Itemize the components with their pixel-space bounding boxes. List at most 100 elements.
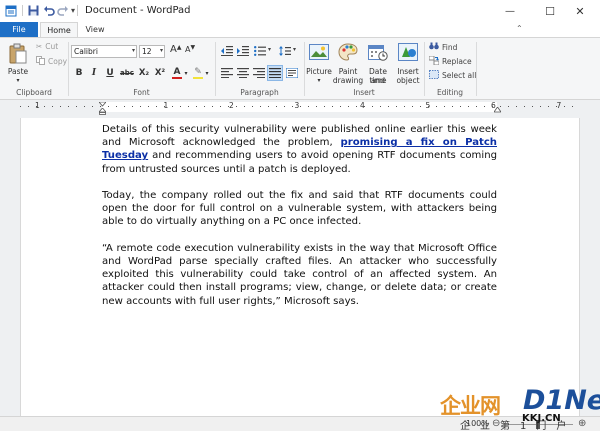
ruler[interactable]: 11234567 (20, 101, 580, 115)
text-color-button[interactable]: A (171, 67, 183, 79)
ruler-tick (444, 106, 445, 107)
ruler-tick (340, 106, 341, 107)
ruler-tick (364, 106, 365, 107)
line-spacing-icon[interactable] (278, 45, 292, 57)
decrease-indent-icon[interactable] (220, 45, 234, 57)
ruler-tick (556, 106, 557, 107)
copy-button[interactable]: Copy (36, 56, 67, 67)
undo-icon[interactable] (42, 3, 56, 18)
ruler-tick (492, 106, 493, 107)
ruler-tick (372, 106, 373, 107)
tab-view[interactable]: View (78, 22, 112, 37)
font-size-value: 12 (142, 47, 152, 56)
paste-dropdown-icon[interactable]: ▾ (4, 76, 32, 85)
font-family-select[interactable]: Calibri ▾ (71, 45, 137, 58)
align-left-icon[interactable] (220, 66, 234, 80)
text-color-dropdown-icon[interactable]: ▾ (183, 67, 189, 79)
picture-dropdown-icon[interactable]: ▾ (305, 76, 333, 85)
save-icon[interactable] (26, 3, 40, 18)
collapse-ribbon-icon[interactable]: ⌃ (516, 24, 523, 33)
italic-button[interactable]: I (89, 67, 99, 79)
strikethrough-button[interactable]: abc (119, 67, 135, 79)
bold-button[interactable]: B (73, 67, 85, 79)
tab-home[interactable]: Home (40, 22, 78, 38)
subscript-button[interactable]: X₂ (137, 67, 151, 79)
copy-icon (36, 56, 45, 67)
ruler-tick (108, 106, 109, 107)
highlight-color-button[interactable]: ✎ (192, 67, 204, 79)
ruler-tick (348, 106, 349, 107)
watermark-tagline: 企业第1门户 (460, 421, 577, 431)
font-family-value: Calibri (74, 47, 98, 56)
paste-label[interactable]: Paste (4, 67, 32, 76)
wordpad-app-icon[interactable] (4, 3, 18, 18)
ruler-tick (404, 106, 405, 107)
superscript-button[interactable]: X² (153, 67, 167, 79)
underline-button[interactable]: U (104, 67, 116, 79)
paint-palette-icon[interactable] (337, 41, 359, 63)
calendar-clock-icon[interactable] (367, 42, 389, 62)
grow-font-button[interactable]: A ▲ (170, 44, 181, 56)
ruler-tick (484, 106, 485, 107)
paint-drawing-label-2[interactable]: drawing (332, 76, 364, 85)
picture-label[interactable]: Picture (305, 67, 333, 76)
ruler-tick (420, 106, 421, 107)
find-button[interactable]: Find (429, 42, 457, 52)
ruler-tick (268, 106, 269, 107)
ruler-tick (28, 106, 29, 107)
justify-icon[interactable] (267, 65, 283, 81)
ruler-bar: 11234567 (0, 100, 600, 115)
cut-button[interactable]: ✂ Cut (36, 42, 58, 51)
ruler-tick (124, 106, 125, 107)
line-spacing-dropdown-icon[interactable]: ▾ (293, 46, 296, 53)
minimize-button[interactable]: — (490, 0, 530, 22)
paint-drawing-label-1[interactable]: Paint (332, 67, 364, 76)
paste-icon[interactable] (7, 42, 29, 66)
bullet-list-icon[interactable] (253, 45, 267, 57)
select-all-button[interactable]: Select all (429, 70, 476, 81)
ruler-tick (52, 106, 53, 107)
ruler-tick (68, 106, 69, 107)
replace-button[interactable]: Replace (428, 55, 472, 67)
cut-label: Cut (45, 42, 59, 51)
ruler-tick (60, 106, 61, 107)
group-divider (476, 42, 477, 96)
copy-label: Copy (48, 57, 68, 66)
font-size-select[interactable]: 12 ▾ (139, 45, 165, 58)
ruler-tick (36, 106, 37, 107)
insert-object-icon[interactable] (397, 42, 419, 62)
align-center-icon[interactable] (236, 66, 250, 80)
watermark-logo: 企业网 D1Net KKJ.CN 企业第1门户 (440, 384, 600, 431)
highlight-dropdown-icon[interactable]: ▾ (204, 67, 210, 79)
paragraph-settings-icon[interactable] (285, 66, 299, 80)
text-color-icon: A (173, 66, 181, 77)
ruler-tick (388, 106, 389, 107)
arrow-down-icon: ▼ (190, 43, 196, 51)
document-text[interactable]: Details of this security vulnerability w… (102, 123, 497, 321)
picture-icon[interactable] (308, 42, 330, 62)
ruler-tick (380, 106, 381, 107)
ruler-tick (524, 106, 525, 107)
date-time-label-2[interactable]: time (362, 76, 394, 85)
ruler-tick (460, 106, 461, 107)
ruler-tick (324, 106, 325, 107)
insert-object-label-1[interactable]: Insert (393, 67, 423, 76)
ruler-tick (292, 106, 293, 107)
shrink-font-button[interactable]: A ▼ (185, 43, 196, 55)
insert-group-label: Insert (353, 88, 375, 97)
ruler-tick (452, 106, 453, 107)
ruler-tick (260, 106, 261, 107)
paragraph-group-label: Paragraph (240, 88, 279, 97)
ruler-tick (212, 106, 213, 107)
ruler-tick (308, 106, 309, 107)
paragraph-text: and recommending users to avoid opening … (102, 150, 497, 175)
ruler-tick (356, 106, 357, 107)
close-button[interactable]: ✕ (560, 0, 600, 22)
align-right-icon[interactable] (252, 66, 266, 80)
insert-object-label-2[interactable]: object (393, 76, 423, 85)
bullet-list-dropdown-icon[interactable]: ▾ (268, 46, 271, 53)
increase-indent-icon[interactable] (236, 45, 250, 57)
highlight-color-swatch (193, 76, 203, 79)
tab-file[interactable]: File (0, 22, 38, 37)
window-title: Document - WordPad (85, 5, 191, 16)
